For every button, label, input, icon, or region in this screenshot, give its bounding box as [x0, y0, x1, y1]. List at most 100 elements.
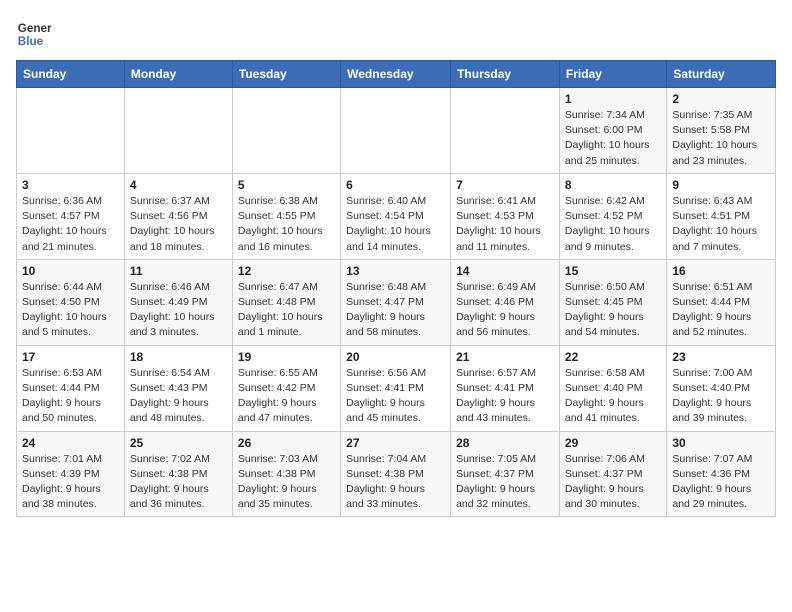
day-number: 8 — [565, 178, 661, 192]
calendar-cell: 9 Sunrise: 6:43 AM Sunset: 4:51 PM Daylig… — [667, 173, 776, 259]
day-info: Sunrise: 7:03 AM Sunset: 4:38 PM Dayligh… — [238, 452, 335, 513]
day-info: Sunrise: 6:43 AM Sunset: 4:51 PM Dayligh… — [672, 194, 770, 255]
week-row-4: 24 Sunrise: 7:01 AM Sunset: 4:39 PM Dayli… — [17, 431, 776, 517]
calendar-cell: 27 Sunrise: 7:04 AM Sunset: 4:38 PM Dayli… — [341, 431, 451, 517]
calendar-cell: 28 Sunrise: 7:05 AM Sunset: 4:37 PM Dayli… — [451, 431, 560, 517]
weekday-header-monday: Monday — [124, 61, 232, 88]
day-info: Sunrise: 6:57 AM Sunset: 4:41 PM Dayligh… — [456, 366, 554, 427]
calendar-cell: 14 Sunrise: 6:49 AM Sunset: 4:46 PM Dayli… — [451, 259, 560, 345]
week-row-2: 10 Sunrise: 6:44 AM Sunset: 4:50 PM Dayli… — [17, 259, 776, 345]
calendar-cell: 26 Sunrise: 7:03 AM Sunset: 4:38 PM Dayli… — [232, 431, 340, 517]
weekday-header-saturday: Saturday — [667, 61, 776, 88]
calendar: SundayMondayTuesdayWednesdayThursdayFrid… — [16, 60, 776, 517]
day-info: Sunrise: 6:41 AM Sunset: 4:53 PM Dayligh… — [456, 194, 554, 255]
header: General Blue — [16, 16, 776, 52]
day-number: 7 — [456, 178, 554, 192]
weekday-header-thursday: Thursday — [451, 61, 560, 88]
calendar-cell: 12Sunrise: 6:47 AM Sunset: 4:48 PM Dayli… — [232, 259, 340, 345]
weekday-header-row: SundayMondayTuesdayWednesdayThursdayFrid… — [17, 61, 776, 88]
calendar-cell: 29 Sunrise: 7:06 AM Sunset: 4:37 PM Dayli… — [559, 431, 666, 517]
day-info: Sunrise: 6:56 AM Sunset: 4:41 PM Dayligh… — [346, 366, 445, 427]
day-info: Sunrise: 6:36 AM Sunset: 4:57 PM Dayligh… — [22, 194, 119, 255]
day-number: 16 — [672, 264, 770, 278]
day-number: 9 — [672, 178, 770, 192]
day-number: 21 — [456, 350, 554, 364]
day-info: Sunrise: 6:48 AM Sunset: 4:47 PM Dayligh… — [346, 280, 445, 341]
calendar-cell: 3Sunrise: 6:36 AM Sunset: 4:57 PM Daylig… — [17, 173, 125, 259]
day-number: 4 — [130, 178, 227, 192]
day-number: 29 — [565, 436, 661, 450]
day-number: 23 — [672, 350, 770, 364]
week-row-3: 17 Sunrise: 6:53 AM Sunset: 4:44 PM Dayli… — [17, 345, 776, 431]
day-number: 13 — [346, 264, 445, 278]
weekday-header-tuesday: Tuesday — [232, 61, 340, 88]
day-info: Sunrise: 6:47 AM Sunset: 4:48 PM Dayligh… — [238, 280, 335, 341]
day-info: Sunrise: 7:05 AM Sunset: 4:37 PM Dayligh… — [456, 452, 554, 513]
day-number: 24 — [22, 436, 119, 450]
day-info: Sunrise: 6:40 AM Sunset: 4:54 PM Dayligh… — [346, 194, 445, 255]
svg-text:Blue: Blue — [18, 35, 44, 48]
day-info: Sunrise: 6:58 AM Sunset: 4:40 PM Dayligh… — [565, 366, 661, 427]
day-info: Sunrise: 6:55 AM Sunset: 4:42 PM Dayligh… — [238, 366, 335, 427]
day-info: Sunrise: 6:54 AM Sunset: 4:43 PM Dayligh… — [130, 366, 227, 427]
weekday-header-wednesday: Wednesday — [341, 61, 451, 88]
day-info: Sunrise: 6:51 AM Sunset: 4:44 PM Dayligh… — [672, 280, 770, 341]
calendar-cell: 5 Sunrise: 6:38 AM Sunset: 4:55 PM Daylig… — [232, 173, 340, 259]
calendar-cell — [451, 88, 560, 174]
calendar-cell: 22 Sunrise: 6:58 AM Sunset: 4:40 PM Dayli… — [559, 345, 666, 431]
day-info: Sunrise: 7:35 AM Sunset: 5:58 PM Dayligh… — [672, 108, 770, 169]
day-number: 5 — [238, 178, 335, 192]
calendar-cell — [232, 88, 340, 174]
day-info: Sunrise: 6:53 AM Sunset: 4:44 PM Dayligh… — [22, 366, 119, 427]
weekday-header-sunday: Sunday — [17, 61, 125, 88]
day-info: Sunrise: 6:46 AM Sunset: 4:49 PM Dayligh… — [130, 280, 227, 341]
day-number: 10 — [22, 264, 119, 278]
calendar-cell: 10 Sunrise: 6:44 AM Sunset: 4:50 PM Dayli… — [17, 259, 125, 345]
day-number: 25 — [130, 436, 227, 450]
day-number: 19 — [238, 350, 335, 364]
day-info: Sunrise: 6:37 AM Sunset: 4:56 PM Dayligh… — [130, 194, 227, 255]
day-info: Sunrise: 7:07 AM Sunset: 4:36 PM Dayligh… — [672, 452, 770, 513]
calendar-cell: 13 Sunrise: 6:48 AM Sunset: 4:47 PM Dayli… — [341, 259, 451, 345]
calendar-cell: 7 Sunrise: 6:41 AM Sunset: 4:53 PM Daylig… — [451, 173, 560, 259]
calendar-cell: 20 Sunrise: 6:56 AM Sunset: 4:41 PM Dayli… — [341, 345, 451, 431]
day-info: Sunrise: 7:04 AM Sunset: 4:38 PM Dayligh… — [346, 452, 445, 513]
day-info: Sunrise: 6:38 AM Sunset: 4:55 PM Dayligh… — [238, 194, 335, 255]
day-info: Sunrise: 7:06 AM Sunset: 4:37 PM Dayligh… — [565, 452, 661, 513]
weekday-header-friday: Friday — [559, 61, 666, 88]
calendar-cell: 16 Sunrise: 6:51 AM Sunset: 4:44 PM Dayli… — [667, 259, 776, 345]
calendar-cell: 4 Sunrise: 6:37 AM Sunset: 4:56 PM Daylig… — [124, 173, 232, 259]
calendar-cell: 25Sunrise: 7:02 AM Sunset: 4:38 PM Dayli… — [124, 431, 232, 517]
day-number: 6 — [346, 178, 445, 192]
day-info: Sunrise: 7:00 AM Sunset: 4:40 PM Dayligh… — [672, 366, 770, 427]
week-row-0: 1Sunrise: 7:34 AM Sunset: 6:00 PM Daylig… — [17, 88, 776, 174]
day-number: 26 — [238, 436, 335, 450]
logo-icon: General Blue — [16, 16, 52, 52]
calendar-cell: 24 Sunrise: 7:01 AM Sunset: 4:39 PM Dayli… — [17, 431, 125, 517]
day-info: Sunrise: 7:34 AM Sunset: 6:00 PM Dayligh… — [565, 108, 661, 169]
day-info: Sunrise: 7:01 AM Sunset: 4:39 PM Dayligh… — [22, 452, 119, 513]
day-info: Sunrise: 6:50 AM Sunset: 4:45 PM Dayligh… — [565, 280, 661, 341]
calendar-cell: 11Sunrise: 6:46 AM Sunset: 4:49 PM Dayli… — [124, 259, 232, 345]
day-number: 15 — [565, 264, 661, 278]
calendar-cell: 19 Sunrise: 6:55 AM Sunset: 4:42 PM Dayli… — [232, 345, 340, 431]
day-number: 28 — [456, 436, 554, 450]
svg-text:General: General — [18, 22, 52, 35]
day-number: 20 — [346, 350, 445, 364]
calendar-cell — [341, 88, 451, 174]
day-number: 14 — [456, 264, 554, 278]
day-number: 22 — [565, 350, 661, 364]
logo: General Blue — [16, 16, 52, 52]
calendar-cell: 15 Sunrise: 6:50 AM Sunset: 4:45 PM Dayli… — [559, 259, 666, 345]
day-info: Sunrise: 6:44 AM Sunset: 4:50 PM Dayligh… — [22, 280, 119, 341]
calendar-cell: 6 Sunrise: 6:40 AM Sunset: 4:54 PM Daylig… — [341, 173, 451, 259]
week-row-1: 3Sunrise: 6:36 AM Sunset: 4:57 PM Daylig… — [17, 173, 776, 259]
calendar-cell: 8 Sunrise: 6:42 AM Sunset: 4:52 PM Daylig… — [559, 173, 666, 259]
day-info: Sunrise: 6:42 AM Sunset: 4:52 PM Dayligh… — [565, 194, 661, 255]
calendar-cell — [17, 88, 125, 174]
day-number: 17 — [22, 350, 119, 364]
day-number: 27 — [346, 436, 445, 450]
calendar-cell: 17 Sunrise: 6:53 AM Sunset: 4:44 PM Dayli… — [17, 345, 125, 431]
day-info: Sunrise: 6:49 AM Sunset: 4:46 PM Dayligh… — [456, 280, 554, 341]
day-number: 30 — [672, 436, 770, 450]
